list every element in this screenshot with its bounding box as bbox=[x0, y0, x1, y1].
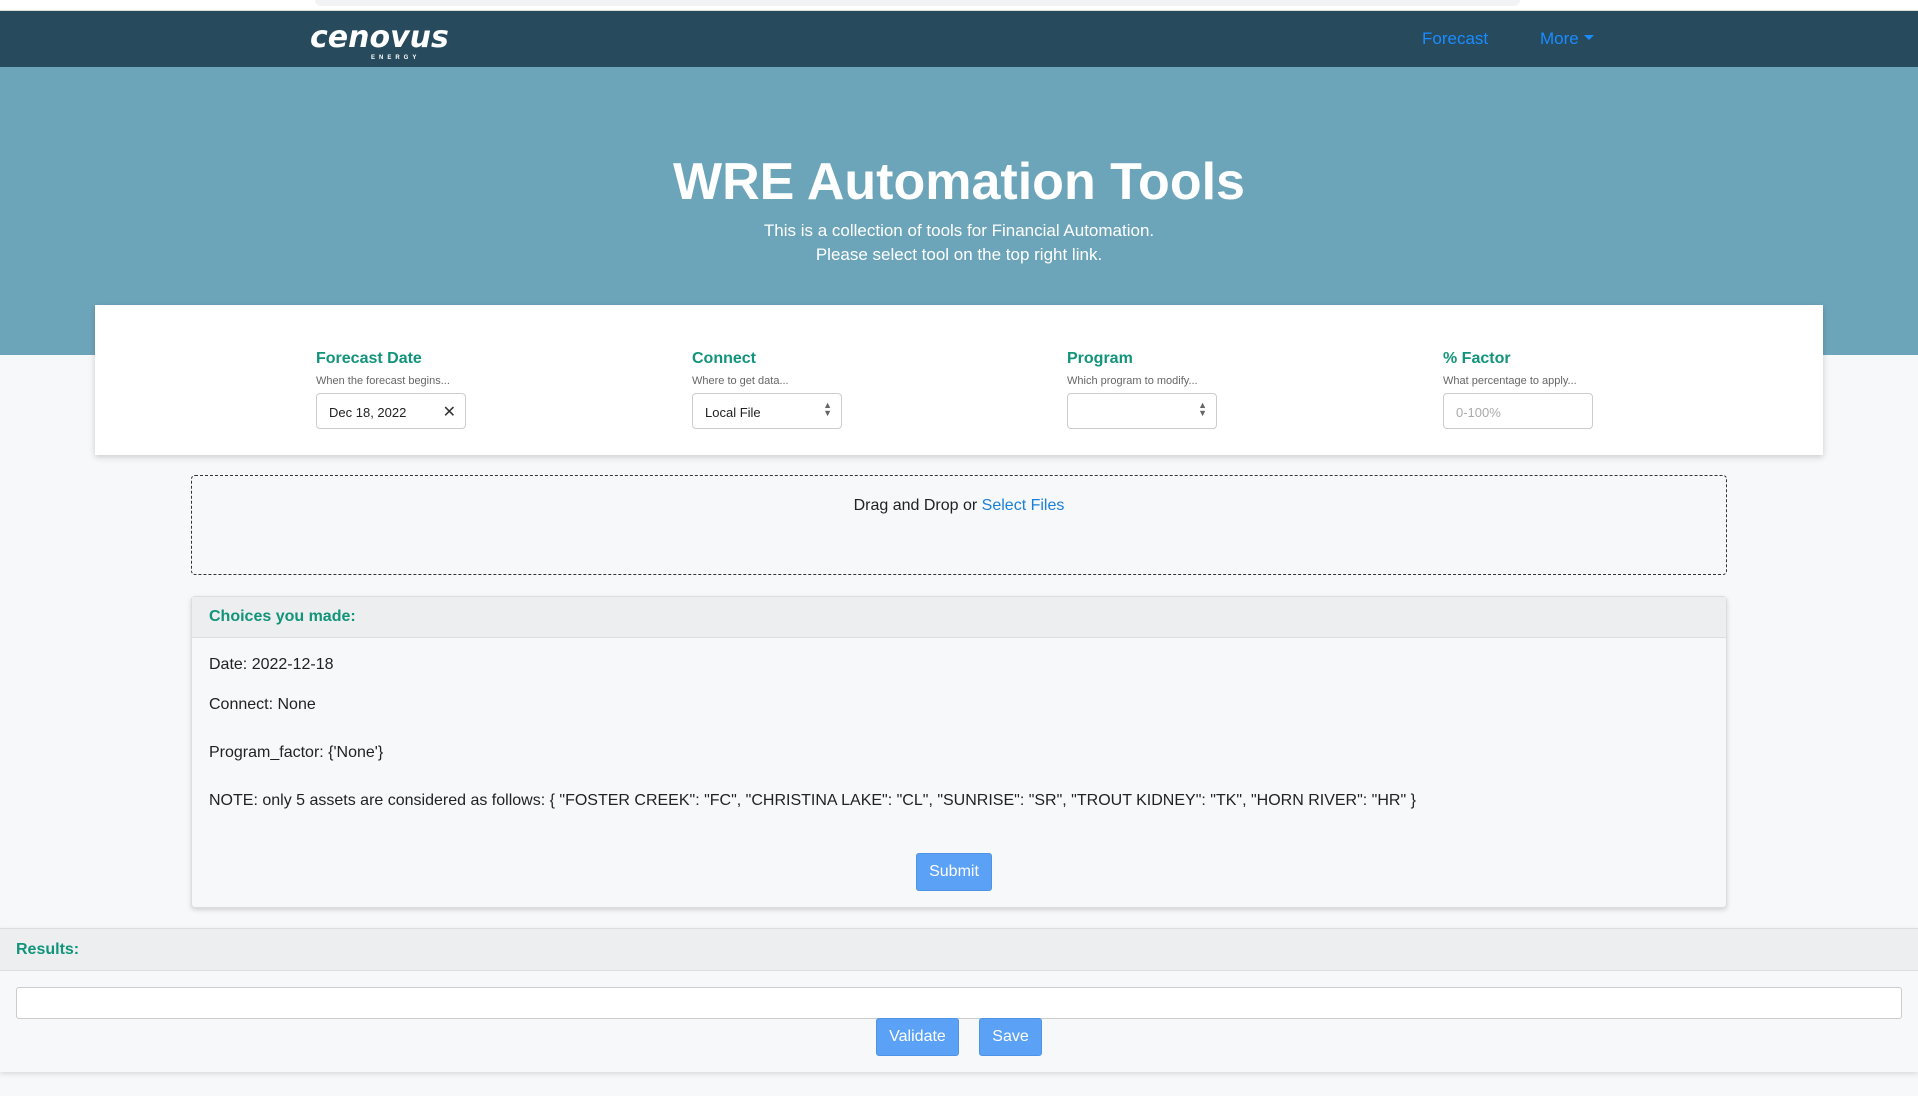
factor-control: % Factor What percentage to apply... bbox=[1443, 350, 1703, 429]
cenovus-logo[interactable]: cenovus ENERGY bbox=[310, 19, 449, 61]
program-control: Program Which program to modify... ▲ ▼ bbox=[1067, 350, 1327, 429]
clear-icon[interactable]: ✕ bbox=[443, 402, 456, 422]
forecast-date-control: Forecast Date When the forecast begins..… bbox=[316, 350, 576, 429]
program-help: Which program to modify... bbox=[1067, 375, 1198, 387]
navbar: cenovus ENERGY Forecast More bbox=[0, 11, 1918, 67]
page-title: WRE Automation Tools bbox=[673, 153, 1245, 211]
nav-more-label: More bbox=[1540, 29, 1579, 48]
select-arrows-icon: ▲ ▼ bbox=[1198, 400, 1207, 418]
choice-program-factor: Program_factor: {'None'} bbox=[209, 744, 384, 761]
nav-forecast-link[interactable]: Forecast bbox=[1422, 29, 1488, 49]
save-button[interactable]: Save bbox=[979, 1018, 1042, 1056]
assets-note: NOTE: only 5 assets are considered as fo… bbox=[209, 792, 1416, 809]
factor-field[interactable] bbox=[1443, 393, 1593, 429]
submit-button[interactable]: Submit bbox=[916, 853, 992, 891]
browser-address-bar[interactable] bbox=[315, 0, 1520, 6]
logo-subtext: ENERGY bbox=[371, 55, 421, 61]
results-output-field[interactable] bbox=[16, 987, 1902, 1019]
connect-select[interactable]: Local File ▲ ▼ bbox=[692, 393, 842, 429]
choices-title: Choices you made: bbox=[192, 597, 1726, 638]
connect-label: Connect bbox=[692, 350, 756, 367]
caret-down-icon bbox=[1583, 35, 1594, 41]
select-files-link[interactable]: Select Files bbox=[982, 497, 1065, 514]
nav-more-dropdown[interactable]: More bbox=[1540, 29, 1594, 49]
choice-date: Date: 2022-12-18 bbox=[209, 656, 334, 673]
connect-help: Where to get data... bbox=[692, 375, 789, 387]
program-label: Program bbox=[1067, 350, 1133, 367]
choices-panel: Choices you made: Date: 2022-12-18 Conne… bbox=[191, 596, 1727, 908]
forecast-date-value: Dec 18, 2022 bbox=[329, 405, 407, 420]
file-dropzone[interactable]: Drag and Drop or Select Files bbox=[191, 475, 1727, 575]
results-panel: Results: Validate Save bbox=[0, 928, 1918, 1072]
forecast-date-picker[interactable]: Dec 18, 2022 ✕ bbox=[316, 393, 466, 429]
factor-label: % Factor bbox=[1443, 350, 1511, 367]
validate-button[interactable]: Validate bbox=[876, 1018, 959, 1056]
connect-selected-value: Local File bbox=[705, 405, 761, 420]
program-select[interactable]: ▲ ▼ bbox=[1067, 393, 1217, 429]
browser-top-strip bbox=[0, 0, 1918, 11]
hero-description-line2: Please select tool on the top right link… bbox=[815, 245, 1103, 264]
forecast-date-help: When the forecast begins... bbox=[316, 375, 450, 387]
forecast-date-label: Forecast Date bbox=[316, 350, 422, 367]
controls-card: Forecast Date When the forecast begins..… bbox=[95, 305, 1823, 455]
results-title: Results: bbox=[0, 929, 1918, 971]
logo-wordmark: cenovus bbox=[310, 20, 449, 55]
hero-description-line1: This is a collection of tools for Financ… bbox=[763, 221, 1155, 240]
select-arrows-icon: ▲ ▼ bbox=[823, 400, 832, 418]
factor-help: What percentage to apply... bbox=[1443, 375, 1577, 387]
choice-connect: Connect: None bbox=[209, 696, 316, 713]
connect-control: Connect Where to get data... Local File … bbox=[692, 350, 952, 429]
factor-input[interactable] bbox=[1456, 405, 1576, 420]
dropzone-text: Drag and Drop or bbox=[853, 497, 982, 514]
